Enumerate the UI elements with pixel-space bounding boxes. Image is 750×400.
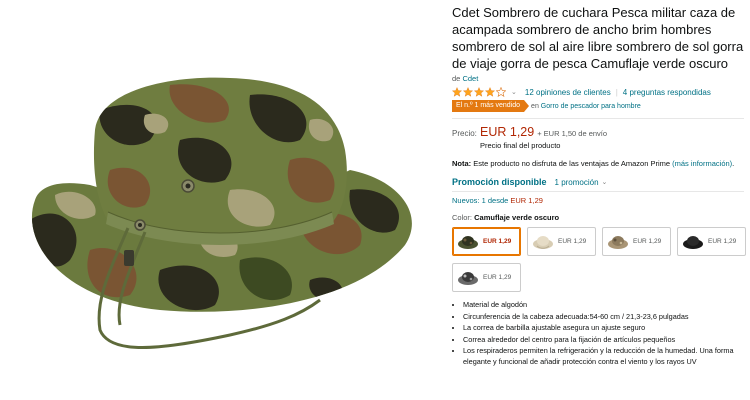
promotion-title[interactable]: Promoción disponible	[452, 177, 547, 187]
new-offers-row: Nuevos: 1 desde EUR 1,29	[452, 196, 744, 205]
note-end: .	[732, 159, 735, 168]
star-empty-icon	[496, 87, 506, 97]
prime-note: Nota: Este producto no disfruta de las v…	[452, 158, 744, 169]
chevron-down-icon[interactable]: ⌄	[511, 88, 517, 96]
swatch-hat-thumbnail	[458, 235, 478, 249]
price-label: Precio:	[452, 129, 477, 138]
final-price-note: Precio final del producto	[480, 141, 561, 150]
rating-row: ⌄ 12 opiniones de clientes | 4 preguntas…	[452, 87, 744, 97]
price-value: EUR 1,29	[480, 125, 535, 139]
more-info-link[interactable]: (más información)	[672, 159, 732, 168]
swatch-price: EUR 1,29	[708, 238, 737, 245]
separator: |	[615, 87, 618, 97]
color-swatch-dark-green-camo[interactable]: EUR 1,29	[452, 227, 521, 256]
feature-bullet: Correa alrededor del centro para la fija…	[463, 335, 744, 346]
product-image-camo-hat[interactable]	[0, 0, 440, 400]
swatch-price: EUR 1,29	[483, 274, 512, 281]
swatch-price: EUR 1,29	[633, 238, 662, 245]
star-full-icon	[485, 87, 495, 97]
price-row: Precio: EUR 1,29 + EUR 1,50 de envío	[452, 125, 744, 139]
color-selected: Camuflaje verde oscuro	[474, 213, 560, 222]
swatch-hat-thumbnail	[683, 235, 703, 249]
new-offers-price: EUR 1,29	[510, 196, 543, 205]
new-offers-text: Nuevos: 1 desde	[452, 196, 509, 205]
color-label: Color:	[452, 213, 473, 222]
shipping-cost: + EUR 1,50 de envío	[537, 129, 608, 138]
star-full-icon	[474, 87, 484, 97]
product-details: Cdet Sombrero de cuchara Pesca militar c…	[452, 4, 746, 368]
swatch-hat-thumbnail	[458, 271, 478, 285]
divider	[452, 191, 744, 192]
swatch-price: EUR 1,29	[558, 238, 587, 245]
best-seller-text: en Gorro de pescador para hombre	[531, 103, 641, 110]
best-seller-prefix: en	[531, 102, 539, 110]
note-text: Este producto no disfruta de las ventaja…	[473, 159, 671, 168]
product-image-panel	[0, 0, 440, 400]
questions-link[interactable]: 4 preguntas respondidas	[623, 88, 711, 97]
chevron-down-icon[interactable]: ⌄	[602, 178, 608, 186]
feature-bullet: Los respiraderos permiten la refrigeraci…	[463, 346, 744, 367]
product-title: Cdet Sombrero de cuchara Pesca militar c…	[452, 5, 744, 71]
star-rating[interactable]	[452, 87, 507, 97]
note-label: Nota:	[452, 159, 472, 168]
brand-byline: de Cdet	[452, 74, 744, 83]
feature-bullet: Material de algodón	[463, 300, 744, 311]
color-swatch-urban-camo[interactable]: EUR 1,29	[452, 263, 521, 292]
reviews-link[interactable]: 12 opiniones de clientes	[525, 88, 611, 97]
swatch-hat-thumbnail	[533, 235, 553, 249]
feature-bullets: Material de algodón Circunferencia de la…	[452, 300, 744, 367]
best-seller-category-link[interactable]: Gorro de pescador para hombre	[541, 103, 641, 110]
color-swatch-desert-camo[interactable]: EUR 1,29	[602, 227, 671, 256]
promotion-row: Promoción disponible 1 promoción ⌄	[452, 177, 744, 187]
new-offers-link[interactable]: Nuevos: 1 desde EUR 1,29	[452, 196, 543, 205]
star-full-icon	[463, 87, 473, 97]
best-seller-badge[interactable]: El n.º 1 más vendido	[452, 100, 530, 112]
brand-link[interactable]: Cdet	[462, 74, 478, 83]
swatch-price: EUR 1,29	[483, 238, 512, 245]
color-swatches: EUR 1,29 EUR 1,29 EUR 1,29 EUR 1,29 EUR …	[452, 227, 750, 299]
color-swatch-black[interactable]: EUR 1,29	[677, 227, 746, 256]
swatch-hat-thumbnail	[608, 235, 628, 249]
best-seller-row: El n.º 1 más vendido en Gorro de pescado…	[452, 100, 744, 112]
promotion-count[interactable]: 1 promoción	[555, 178, 599, 187]
feature-bullet: Circunferencia de la cabeza adecuada:54-…	[463, 312, 744, 323]
star-full-icon	[452, 87, 462, 97]
feature-bullet: La correa de barbilla ajustable asegura …	[463, 323, 744, 334]
brand-prefix: de	[452, 74, 461, 83]
color-swatch-beige[interactable]: EUR 1,29	[527, 227, 596, 256]
divider	[452, 118, 744, 119]
color-row: Color: Camuflaje verde oscuro	[452, 213, 744, 222]
